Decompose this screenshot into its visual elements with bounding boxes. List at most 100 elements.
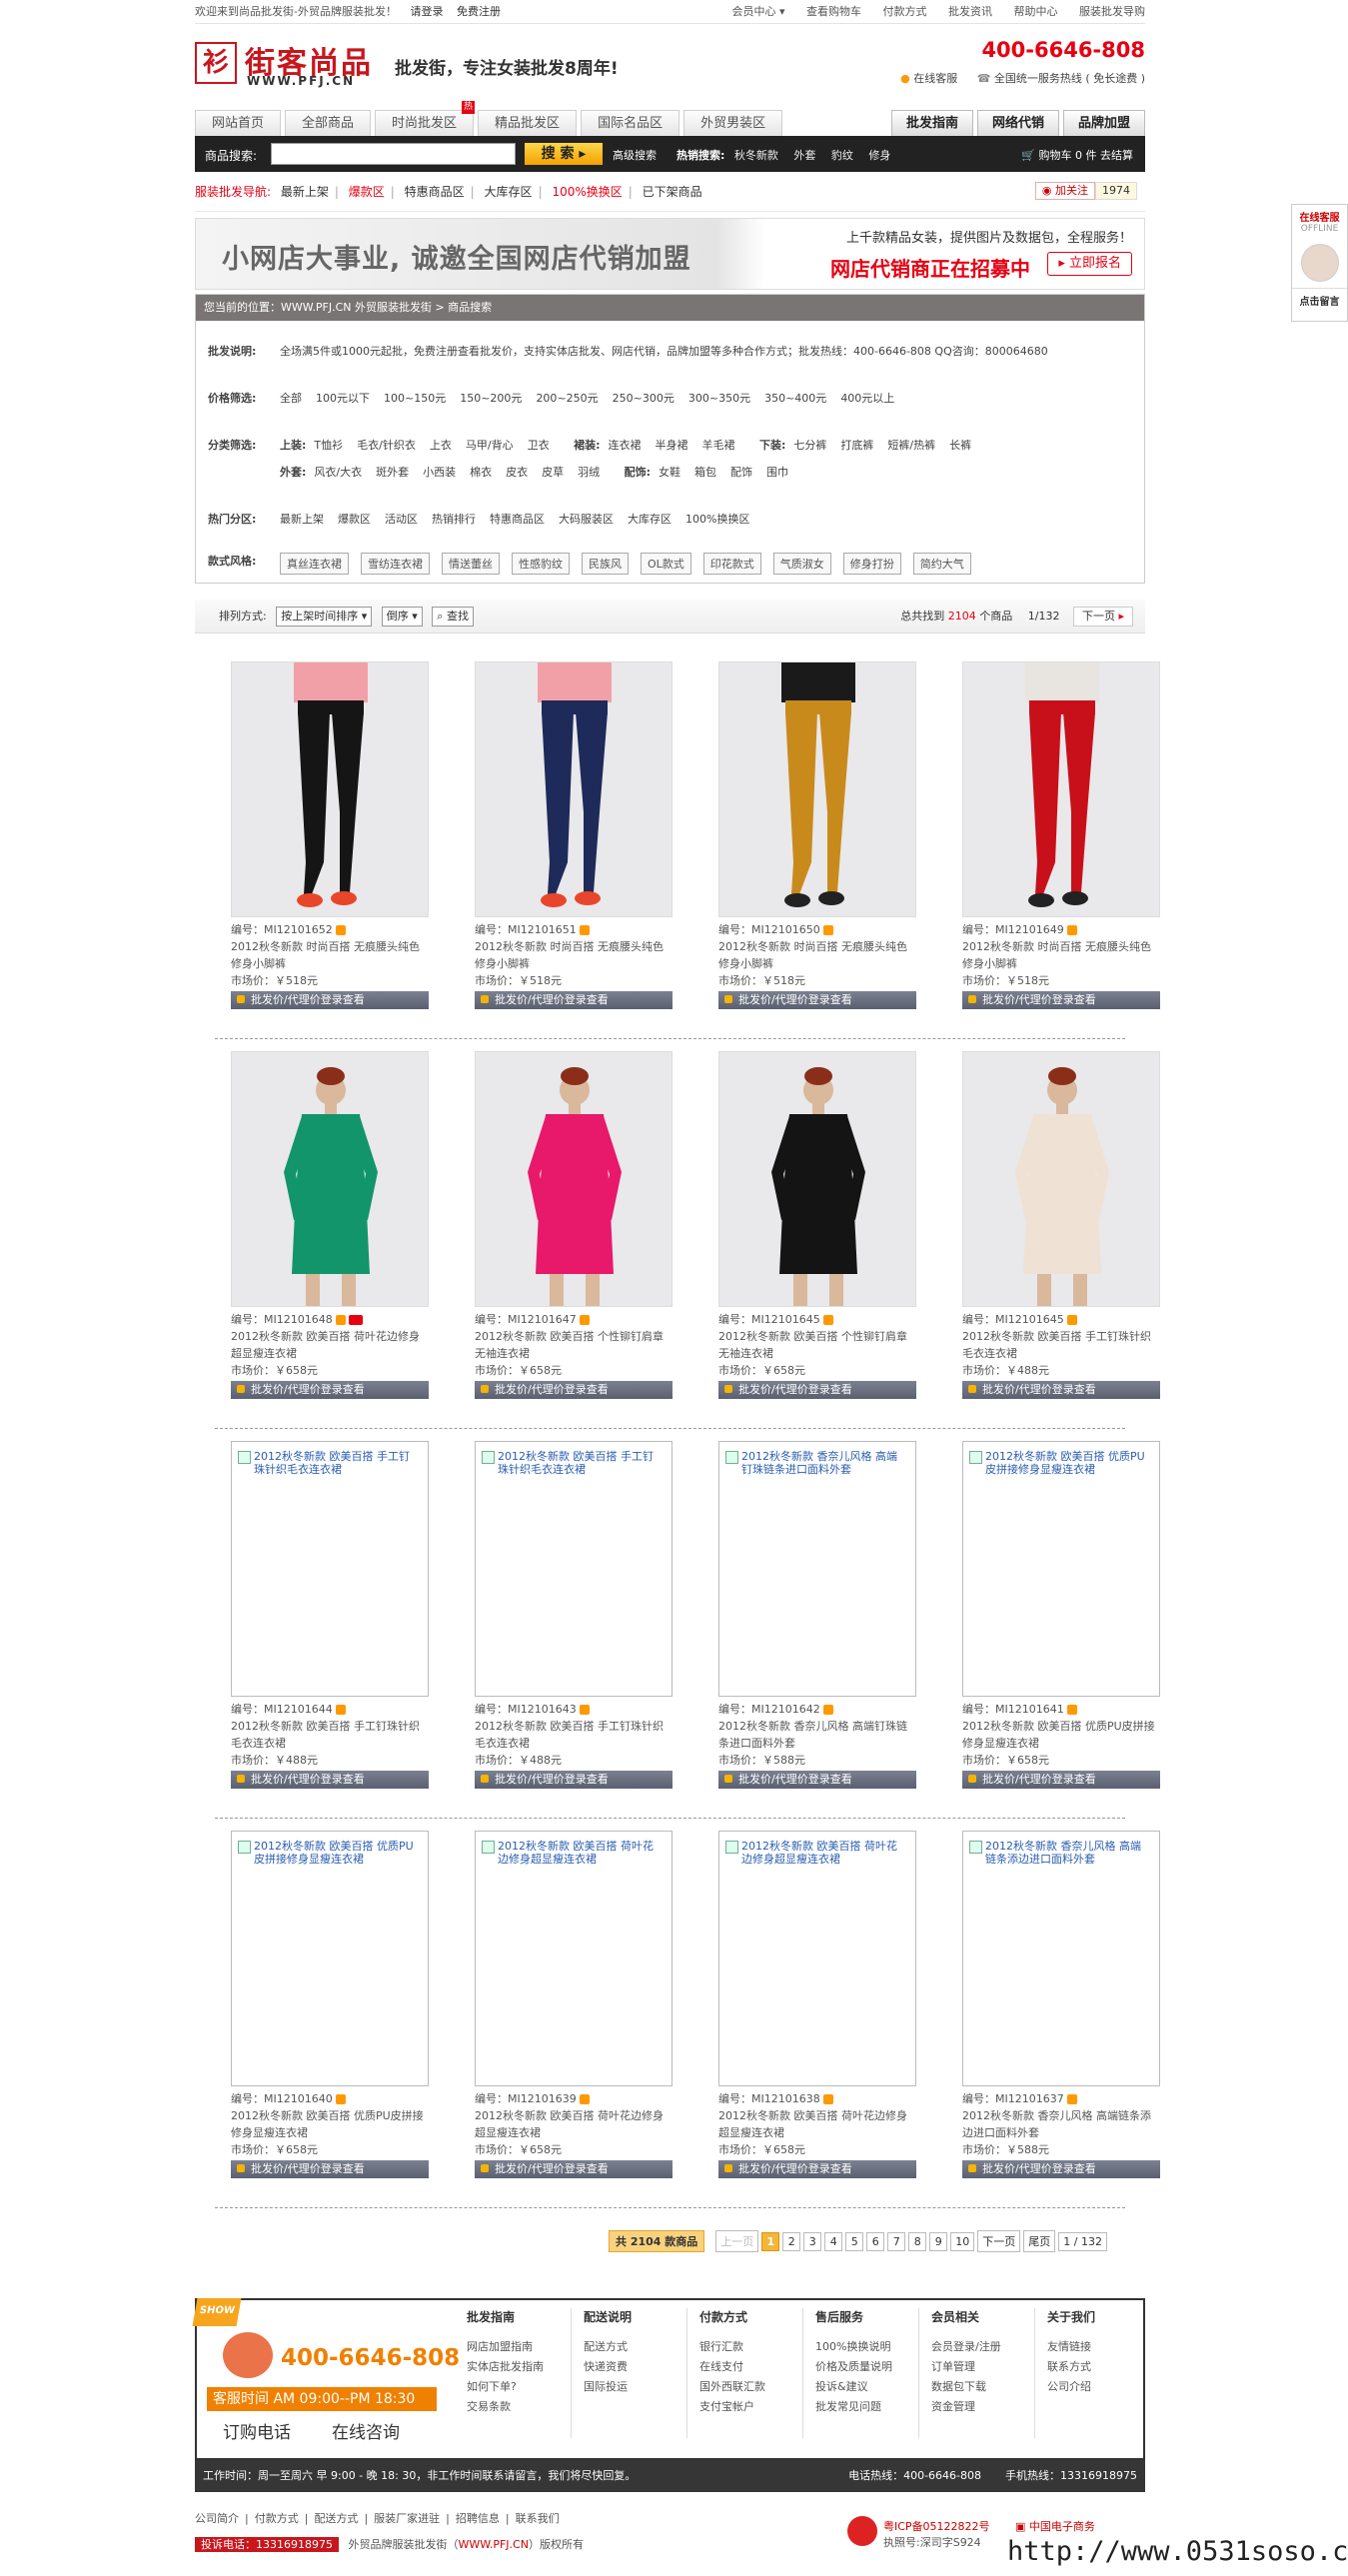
price-option[interactable]: 全部	[280, 392, 302, 405]
category-option[interactable]: 上衣	[430, 439, 452, 452]
top-link-payment[interactable]: 付款方式	[883, 5, 927, 18]
hot-zone-option[interactable]: 爆款区	[338, 513, 371, 526]
style-tag[interactable]: 修身打扮	[842, 553, 901, 575]
page-number-button[interactable]: 2	[782, 2231, 801, 2251]
product-image[interactable]	[718, 1051, 916, 1307]
style-tag[interactable]: 真丝连衣裙	[280, 553, 349, 575]
product-image[interactable]	[231, 661, 429, 917]
product-title[interactable]: 2012秋冬新款 欧美百搭 优质PU皮拼接修身显瘦连衣裙	[962, 1718, 1160, 1752]
category-option[interactable]: 短裤/热裤	[887, 439, 935, 452]
product-title[interactable]: 2012秋冬新款 时尚百搭 无痕腰头纯色修身小脚裤	[231, 938, 429, 972]
style-tag[interactable]: 印花款式	[702, 553, 761, 575]
tab-dropship[interactable]: 网络代销	[976, 110, 1059, 136]
category-option[interactable]: 七分裤	[793, 439, 826, 452]
subnav-item-hot[interactable]: 爆款区	[349, 185, 385, 199]
top-link-member-center[interactable]: 会员中心 ▾	[731, 5, 784, 18]
product-card[interactable]: 编号：MI12101651 2012秋冬新款 时尚百搭 无痕腰头纯色修身小脚裤 市场…	[475, 661, 673, 1038]
tab-menswear[interactable]: 外贸男装区	[683, 110, 783, 136]
footer-bottom-link[interactable]: 服装厂家进驻	[374, 2512, 440, 2525]
footer-link[interactable]: 国际投运	[584, 2377, 686, 2397]
category-option[interactable]: 连衣裙	[608, 439, 641, 452]
top-link-guide[interactable]: 服装批发导购	[1079, 5, 1145, 18]
category-option[interactable]: 皮草	[542, 466, 564, 479]
category-option[interactable]: 卫衣	[528, 439, 550, 452]
subnav-item-sale[interactable]: 特惠商品区	[405, 185, 465, 199]
product-card[interactable]: 2012秋冬新款 欧美百搭 优质PU皮拼接修身显瘦连衣裙 编号：MI1210164…	[962, 1441, 1160, 1818]
footer-link[interactable]: 国外西联汇款	[699, 2377, 802, 2397]
page-number-button[interactable]: 6	[866, 2231, 885, 2251]
product-title[interactable]: 2012秋冬新款 欧美百搭 个性铆钉肩章 无袖连衣裙	[718, 1328, 916, 1362]
footer-bottom-link[interactable]: 公司简介	[195, 2512, 239, 2525]
product-image[interactable]	[962, 661, 1160, 917]
product-card[interactable]: 编号：MI12101648 2012秋冬新款 欧美百搭 荷叶花边修身超显瘦连衣裙市…	[231, 1051, 429, 1428]
top-link-news[interactable]: 批发资讯	[948, 5, 992, 18]
product-title[interactable]: 2012秋冬新款 香奈儿风格 高端链条添边进口面料外套	[962, 2107, 1160, 2141]
price-option[interactable]: 300~350元	[688, 392, 750, 405]
product-card[interactable]: 编号：MI12101650 2012秋冬新款 时尚百搭 无痕腰头纯色修身小脚裤 市场…	[718, 661, 916, 1038]
login-to-view-price-button[interactable]: 批发价/代理价登录查看	[231, 2160, 429, 2178]
login-to-view-price-button[interactable]: 批发价/代理价登录查看	[231, 991, 429, 1009]
category-option[interactable]: 长裤	[949, 439, 971, 452]
order-phone-link[interactable]: 订购电话	[223, 2418, 291, 2443]
category-option[interactable]: 围巾	[766, 466, 788, 479]
hot-zone-option[interactable]: 100%换换区	[685, 513, 749, 526]
page-number-button[interactable]: 3	[803, 2231, 822, 2251]
footer-link[interactable]: 联系方式	[1047, 2357, 1150, 2377]
page-number-button[interactable]: 4	[824, 2231, 843, 2251]
price-option[interactable]: 100元以下	[316, 392, 370, 405]
product-card[interactable]: 2012秋冬新款 欧美百搭 手工钉珠针织毛衣连衣裙 编号：MI12101644 20…	[231, 1441, 429, 1818]
footer-link[interactable]: 配送方式	[584, 2337, 686, 2357]
next-page-button[interactable]: 下一页	[977, 2230, 1021, 2252]
product-card[interactable]: 编号：MI12101645 2012秋冬新款 欧美百搭 个性铆钉肩章 无袖连衣裙市…	[718, 1051, 916, 1428]
hot-search-item[interactable]: 外套	[793, 149, 815, 162]
category-option[interactable]: 打底裤	[840, 439, 873, 452]
top-link-cart[interactable]: 查看购物车	[806, 5, 861, 18]
tab-all-products[interactable]: 全部商品	[285, 110, 372, 136]
style-tag[interactable]: 民族风	[582, 553, 629, 575]
product-image[interactable]: 2012秋冬新款 欧美百搭 荷叶花边修身超显瘦连衣裙	[475, 1831, 673, 2086]
hot-zone-option[interactable]: 大库存区	[628, 513, 672, 526]
price-option[interactable]: 100~150元	[384, 392, 446, 405]
product-card[interactable]: 2012秋冬新款 欧美百搭 手工钉珠针织毛衣连衣裙 编号：MI12101643 20…	[475, 1441, 673, 1818]
footer-link[interactable]: 友情链接	[1047, 2337, 1150, 2357]
footer-link[interactable]: 公司介绍	[1047, 2377, 1150, 2397]
tab-intl-brands[interactable]: 国际名品区	[581, 110, 680, 136]
style-tag[interactable]: 性感豹纹	[512, 553, 570, 575]
product-image[interactable]: 2012秋冬新款 欧美百搭 荷叶花边修身超显瘦连衣裙	[718, 1831, 916, 2086]
cecc-badge[interactable]: ▣ 中国电子商务	[1015, 2518, 1095, 2534]
login-to-view-price-button[interactable]: 批发价/代理价登录查看	[475, 1381, 673, 1399]
footer-bottom-link[interactable]: 联系我们	[516, 2512, 560, 2525]
product-image[interactable]: 2012秋冬新款 欧美百搭 手工钉珠针织毛衣连衣裙	[475, 1441, 673, 1697]
login-to-view-price-button[interactable]: 批发价/代理价登录查看	[475, 991, 673, 1009]
product-image[interactable]	[962, 1051, 1160, 1307]
checkout-link[interactable]: 去结算	[1100, 149, 1133, 162]
subnav-item-new[interactable]: 最新上架	[281, 185, 329, 199]
product-image[interactable]: 2012秋冬新款 欧美百搭 优质PU皮拼接修身显瘦连衣裙	[231, 1831, 429, 2086]
footer-link[interactable]: 网店加盟指南	[467, 2337, 571, 2357]
category-option[interactable]: 马甲/背心	[466, 439, 514, 452]
product-card[interactable]: 2012秋冬新款 香奈儿风格 高端钉珠链条进口面料外套 编号：MI12101642…	[718, 1441, 916, 1818]
footer-link[interactable]: 数据包下载	[931, 2377, 1034, 2397]
hot-search-item[interactable]: 修身	[868, 149, 890, 162]
next-page-button[interactable]: 下一页 ▸	[1072, 607, 1133, 627]
login-to-view-price-button[interactable]: 批发价/代理价登录查看	[231, 1771, 429, 1789]
footer-link[interactable]: 快递资费	[584, 2357, 686, 2377]
price-option[interactable]: 250~300元	[613, 392, 674, 405]
product-image[interactable]	[718, 661, 916, 917]
price-option[interactable]: 150~200元	[460, 392, 522, 405]
subnav-item-stock[interactable]: 大库存区	[485, 185, 533, 199]
login-to-view-price-button[interactable]: 批发价/代理价登录查看	[962, 2160, 1160, 2178]
subnav-item-exchange[interactable]: 100%换换区	[552, 185, 622, 199]
online-consult-link[interactable]: 在线咨询	[332, 2418, 400, 2443]
product-image[interactable]: 2012秋冬新款 欧美百搭 优质PU皮拼接修身显瘦连衣裙	[962, 1441, 1160, 1697]
price-option[interactable]: 400元以上	[840, 392, 894, 405]
page-number-button[interactable]: 9	[929, 2231, 948, 2251]
product-image[interactable]: 2012秋冬新款 欧美百搭 手工钉珠针织毛衣连衣裙	[231, 1441, 429, 1697]
page-number-button[interactable]: 7	[887, 2231, 906, 2251]
category-option[interactable]: 皮衣	[506, 466, 528, 479]
price-option[interactable]: 200~250元	[536, 392, 598, 405]
footer-link[interactable]: 在线支付	[699, 2357, 802, 2377]
category-option[interactable]: 斑外套	[376, 466, 409, 479]
product-title[interactable]: 2012秋冬新款 时尚百搭 无痕腰头纯色修身小脚裤	[718, 938, 916, 972]
category-option[interactable]: 毛衣/针织衣	[357, 439, 416, 452]
